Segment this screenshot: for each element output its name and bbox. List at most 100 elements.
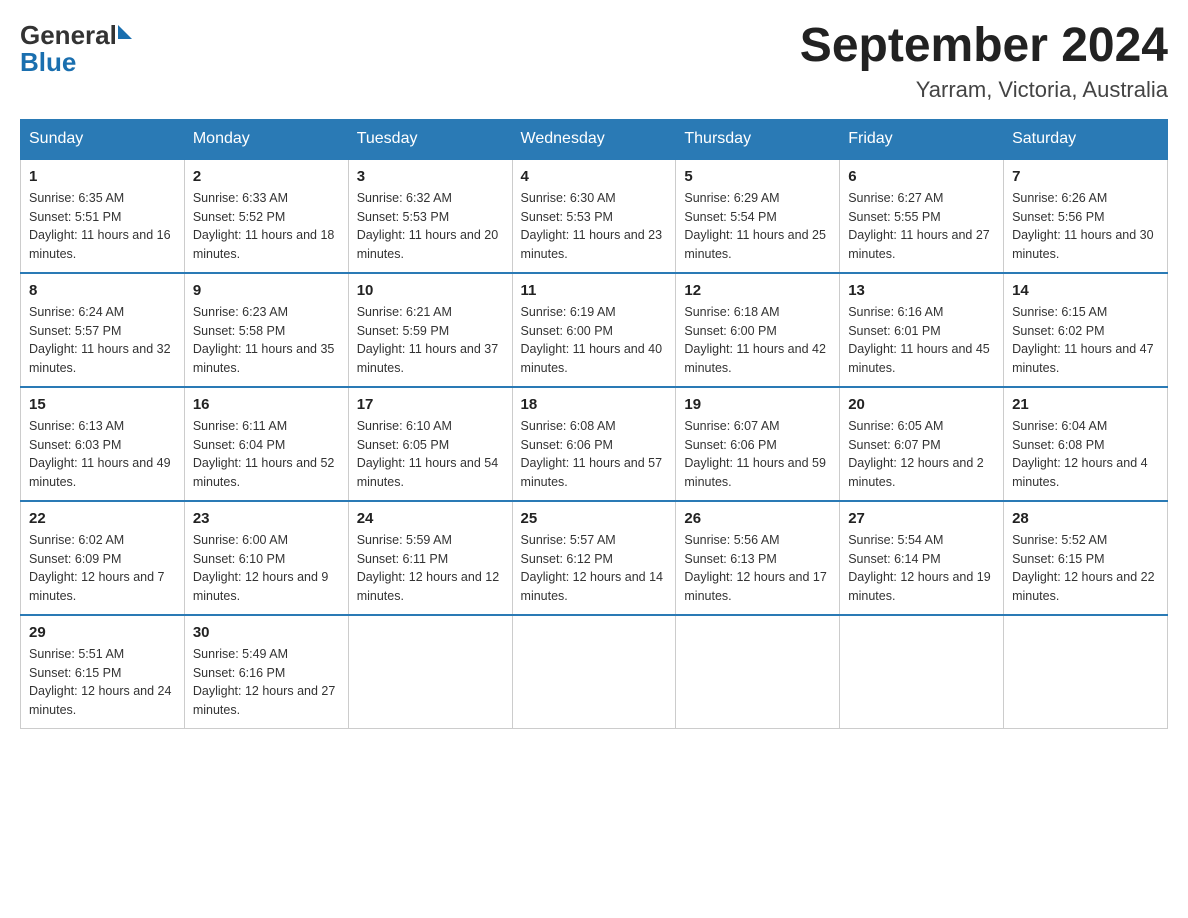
day-number: 7 (1012, 168, 1159, 185)
day-info: Sunrise: 6:21 AM Sunset: 5:59 PM Dayligh… (357, 303, 504, 378)
day-info: Sunrise: 6:11 AM Sunset: 6:04 PM Dayligh… (193, 417, 340, 492)
day-number: 18 (521, 396, 668, 413)
day-info: Sunrise: 6:05 AM Sunset: 6:07 PM Dayligh… (848, 417, 995, 492)
day-number: 27 (848, 510, 995, 527)
col-monday: Monday (184, 119, 348, 159)
col-sunday: Sunday (21, 119, 185, 159)
table-row: 1 Sunrise: 6:35 AM Sunset: 5:51 PM Dayli… (21, 159, 185, 273)
day-info: Sunrise: 6:26 AM Sunset: 5:56 PM Dayligh… (1012, 189, 1159, 264)
day-info: Sunrise: 6:15 AM Sunset: 6:02 PM Dayligh… (1012, 303, 1159, 378)
day-number: 8 (29, 282, 176, 299)
day-info: Sunrise: 6:08 AM Sunset: 6:06 PM Dayligh… (521, 417, 668, 492)
table-row: 2 Sunrise: 6:33 AM Sunset: 5:52 PM Dayli… (184, 159, 348, 273)
days-of-week-row: Sunday Monday Tuesday Wednesday Thursday… (21, 119, 1168, 159)
day-info: Sunrise: 5:54 AM Sunset: 6:14 PM Dayligh… (848, 531, 995, 606)
table-row (1004, 615, 1168, 729)
day-info: Sunrise: 6:07 AM Sunset: 6:06 PM Dayligh… (684, 417, 831, 492)
day-number: 4 (521, 168, 668, 185)
day-info: Sunrise: 5:59 AM Sunset: 6:11 PM Dayligh… (357, 531, 504, 606)
day-number: 23 (193, 510, 340, 527)
day-number: 6 (848, 168, 995, 185)
table-row: 21 Sunrise: 6:04 AM Sunset: 6:08 PM Dayl… (1004, 387, 1168, 501)
table-row: 24 Sunrise: 5:59 AM Sunset: 6:11 PM Dayl… (348, 501, 512, 615)
calendar-header: Sunday Monday Tuesday Wednesday Thursday… (21, 119, 1168, 159)
table-row: 20 Sunrise: 6:05 AM Sunset: 6:07 PM Dayl… (840, 387, 1004, 501)
table-row: 23 Sunrise: 6:00 AM Sunset: 6:10 PM Dayl… (184, 501, 348, 615)
day-number: 12 (684, 282, 831, 299)
table-row: 11 Sunrise: 6:19 AM Sunset: 6:00 PM Dayl… (512, 273, 676, 387)
table-row: 29 Sunrise: 5:51 AM Sunset: 6:15 PM Dayl… (21, 615, 185, 729)
day-info: Sunrise: 6:13 AM Sunset: 6:03 PM Dayligh… (29, 417, 176, 492)
day-number: 3 (357, 168, 504, 185)
table-row: 4 Sunrise: 6:30 AM Sunset: 5:53 PM Dayli… (512, 159, 676, 273)
calendar-week-row: 22 Sunrise: 6:02 AM Sunset: 6:09 PM Dayl… (21, 501, 1168, 615)
table-row: 25 Sunrise: 5:57 AM Sunset: 6:12 PM Dayl… (512, 501, 676, 615)
title-section: September 2024 Yarram, Victoria, Austral… (800, 20, 1168, 103)
table-row (348, 615, 512, 729)
day-number: 9 (193, 282, 340, 299)
day-number: 26 (684, 510, 831, 527)
day-info: Sunrise: 6:23 AM Sunset: 5:58 PM Dayligh… (193, 303, 340, 378)
day-info: Sunrise: 5:57 AM Sunset: 6:12 PM Dayligh… (521, 531, 668, 606)
day-number: 10 (357, 282, 504, 299)
table-row: 13 Sunrise: 6:16 AM Sunset: 6:01 PM Dayl… (840, 273, 1004, 387)
day-number: 20 (848, 396, 995, 413)
col-thursday: Thursday (676, 119, 840, 159)
col-friday: Friday (840, 119, 1004, 159)
day-info: Sunrise: 6:19 AM Sunset: 6:00 PM Dayligh… (521, 303, 668, 378)
table-row: 7 Sunrise: 6:26 AM Sunset: 5:56 PM Dayli… (1004, 159, 1168, 273)
table-row: 6 Sunrise: 6:27 AM Sunset: 5:55 PM Dayli… (840, 159, 1004, 273)
col-tuesday: Tuesday (348, 119, 512, 159)
col-wednesday: Wednesday (512, 119, 676, 159)
day-info: Sunrise: 6:10 AM Sunset: 6:05 PM Dayligh… (357, 417, 504, 492)
day-number: 17 (357, 396, 504, 413)
table-row (840, 615, 1004, 729)
day-info: Sunrise: 6:00 AM Sunset: 6:10 PM Dayligh… (193, 531, 340, 606)
calendar-week-row: 29 Sunrise: 5:51 AM Sunset: 6:15 PM Dayl… (21, 615, 1168, 729)
calendar-week-row: 1 Sunrise: 6:35 AM Sunset: 5:51 PM Dayli… (21, 159, 1168, 273)
day-number: 24 (357, 510, 504, 527)
table-row: 15 Sunrise: 6:13 AM Sunset: 6:03 PM Dayl… (21, 387, 185, 501)
day-info: Sunrise: 6:33 AM Sunset: 5:52 PM Dayligh… (193, 189, 340, 264)
table-row: 9 Sunrise: 6:23 AM Sunset: 5:58 PM Dayli… (184, 273, 348, 387)
day-info: Sunrise: 6:18 AM Sunset: 6:00 PM Dayligh… (684, 303, 831, 378)
table-row: 8 Sunrise: 6:24 AM Sunset: 5:57 PM Dayli… (21, 273, 185, 387)
day-info: Sunrise: 6:27 AM Sunset: 5:55 PM Dayligh… (848, 189, 995, 264)
table-row: 22 Sunrise: 6:02 AM Sunset: 6:09 PM Dayl… (21, 501, 185, 615)
day-info: Sunrise: 6:29 AM Sunset: 5:54 PM Dayligh… (684, 189, 831, 264)
day-number: 21 (1012, 396, 1159, 413)
day-info: Sunrise: 6:04 AM Sunset: 6:08 PM Dayligh… (1012, 417, 1159, 492)
day-info: Sunrise: 5:56 AM Sunset: 6:13 PM Dayligh… (684, 531, 831, 606)
day-number: 16 (193, 396, 340, 413)
table-row: 3 Sunrise: 6:32 AM Sunset: 5:53 PM Dayli… (348, 159, 512, 273)
table-row: 10 Sunrise: 6:21 AM Sunset: 5:59 PM Dayl… (348, 273, 512, 387)
table-row: 5 Sunrise: 6:29 AM Sunset: 5:54 PM Dayli… (676, 159, 840, 273)
day-number: 15 (29, 396, 176, 413)
day-info: Sunrise: 6:32 AM Sunset: 5:53 PM Dayligh… (357, 189, 504, 264)
day-number: 28 (1012, 510, 1159, 527)
day-number: 2 (193, 168, 340, 185)
col-saturday: Saturday (1004, 119, 1168, 159)
day-number: 5 (684, 168, 831, 185)
day-info: Sunrise: 5:52 AM Sunset: 6:15 PM Dayligh… (1012, 531, 1159, 606)
table-row: 18 Sunrise: 6:08 AM Sunset: 6:06 PM Dayl… (512, 387, 676, 501)
table-row: 12 Sunrise: 6:18 AM Sunset: 6:00 PM Dayl… (676, 273, 840, 387)
day-number: 11 (521, 282, 668, 299)
page-header: General Blue September 2024 Yarram, Vict… (20, 20, 1168, 103)
table-row: 16 Sunrise: 6:11 AM Sunset: 6:04 PM Dayl… (184, 387, 348, 501)
table-row (676, 615, 840, 729)
location-subtitle: Yarram, Victoria, Australia (800, 77, 1168, 103)
day-info: Sunrise: 5:49 AM Sunset: 6:16 PM Dayligh… (193, 645, 340, 720)
day-number: 25 (521, 510, 668, 527)
table-row: 28 Sunrise: 5:52 AM Sunset: 6:15 PM Dayl… (1004, 501, 1168, 615)
calendar-week-row: 15 Sunrise: 6:13 AM Sunset: 6:03 PM Dayl… (21, 387, 1168, 501)
day-number: 1 (29, 168, 176, 185)
table-row: 19 Sunrise: 6:07 AM Sunset: 6:06 PM Dayl… (676, 387, 840, 501)
day-info: Sunrise: 6:16 AM Sunset: 6:01 PM Dayligh… (848, 303, 995, 378)
calendar-body: 1 Sunrise: 6:35 AM Sunset: 5:51 PM Dayli… (21, 159, 1168, 729)
logo: General Blue (20, 20, 132, 78)
day-number: 30 (193, 624, 340, 641)
table-row: 26 Sunrise: 5:56 AM Sunset: 6:13 PM Dayl… (676, 501, 840, 615)
table-row: 17 Sunrise: 6:10 AM Sunset: 6:05 PM Dayl… (348, 387, 512, 501)
day-number: 14 (1012, 282, 1159, 299)
